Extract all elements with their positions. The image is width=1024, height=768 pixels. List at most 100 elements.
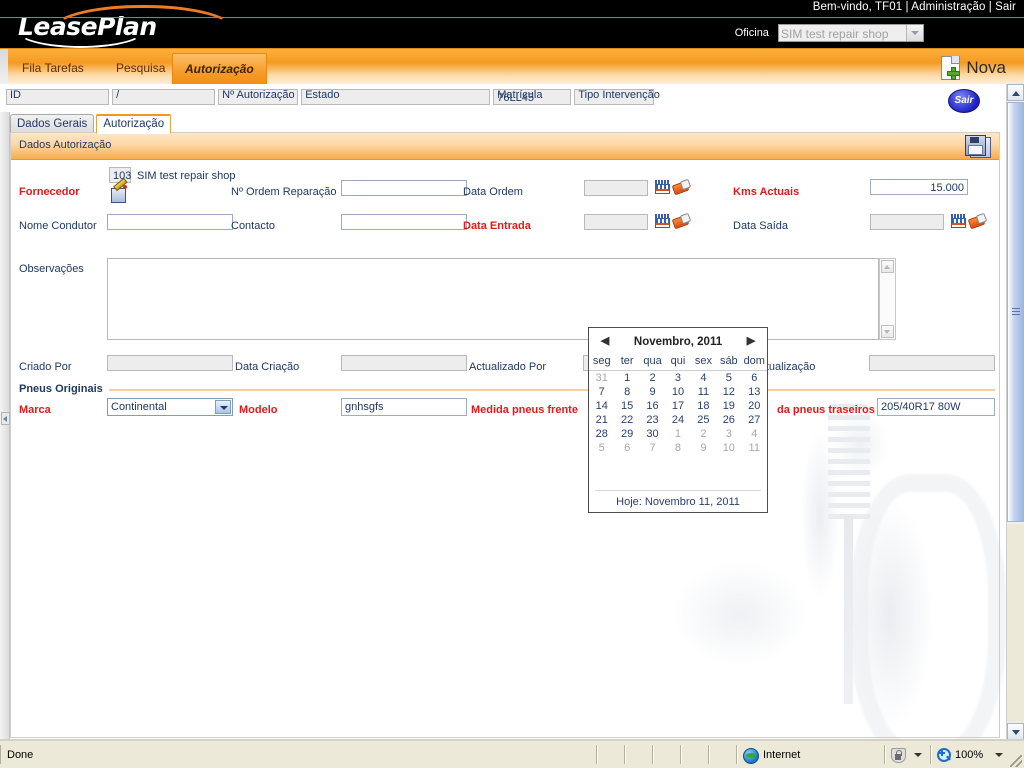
calendar-day[interactable]: 1 bbox=[665, 427, 690, 441]
calendar-day[interactable]: 8 bbox=[665, 441, 690, 455]
calendar-day[interactable]: 5 bbox=[716, 371, 741, 386]
calendar-icon-data-entrada[interactable] bbox=[655, 214, 670, 228]
calendar-day[interactable]: 15 bbox=[614, 399, 639, 413]
calendar-day[interactable]: 7 bbox=[640, 441, 665, 455]
calendar-day[interactable]: 11 bbox=[691, 385, 716, 399]
subtab-dados-gerais[interactable]: Dados Gerais bbox=[10, 114, 95, 133]
data-saida-field[interactable] bbox=[870, 214, 944, 230]
calendar-day[interactable]: 3 bbox=[665, 371, 690, 386]
calendar-day[interactable]: 23 bbox=[640, 413, 665, 427]
calendar-day[interactable]: 19 bbox=[716, 399, 741, 413]
chevron-down-icon[interactable] bbox=[215, 400, 231, 414]
subtab-autorizacao[interactable]: Autorização bbox=[96, 114, 172, 134]
calendar-day[interactable]: 18 bbox=[691, 399, 716, 413]
sair-button[interactable]: Sair bbox=[948, 89, 980, 113]
num-ordem-reparacao-field[interactable] bbox=[341, 180, 467, 196]
calendar-day[interactable]: 10 bbox=[665, 385, 690, 399]
calendar-day[interactable]: 29 bbox=[614, 427, 639, 441]
data-entrada-field[interactable] bbox=[584, 214, 648, 230]
calendar-day[interactable]: 7 bbox=[589, 385, 614, 399]
protected-mode-segment[interactable] bbox=[884, 745, 932, 764]
scrollbar-track[interactable] bbox=[1007, 524, 1024, 722]
save-icon[interactable] bbox=[965, 135, 991, 158]
medida-pneus-traseiros-field[interactable]: 205/40R17 80W bbox=[877, 398, 995, 416]
page-vertical-scrollbar[interactable] bbox=[1006, 84, 1024, 740]
nova-button-label: Nova bbox=[966, 58, 1006, 77]
nav-tab-fila-tarefas[interactable]: Fila Tarefas bbox=[10, 54, 96, 85]
scrollbar-thumb[interactable] bbox=[1007, 102, 1024, 522]
calendar-day[interactable]: 9 bbox=[640, 385, 665, 399]
calendar-day[interactable]: 17 bbox=[665, 399, 690, 413]
data-criacao-field[interactable] bbox=[341, 355, 467, 371]
calendar-day[interactable]: 1 bbox=[614, 371, 639, 386]
chevron-down-icon[interactable] bbox=[906, 25, 923, 41]
calendar-day[interactable]: 2 bbox=[691, 427, 716, 441]
calendar-day[interactable]: 31 bbox=[589, 371, 614, 386]
contacto-field[interactable] bbox=[341, 214, 467, 230]
calendar-day[interactable]: 16 bbox=[640, 399, 665, 413]
status-text-segment: Done bbox=[0, 745, 598, 764]
calendar-day[interactable]: 13 bbox=[742, 385, 767, 399]
contacto-label: Contacto bbox=[231, 220, 276, 232]
calendar-day[interactable]: 26 bbox=[716, 413, 741, 427]
calendar-day[interactable]: 27 bbox=[742, 413, 767, 427]
calendar-prev-month-icon[interactable]: ◀ bbox=[597, 333, 613, 349]
left-splitter[interactable] bbox=[0, 112, 10, 740]
calendar-today-label[interactable]: Hoje: Novembro 11, 2011 bbox=[595, 490, 761, 508]
eraser-icon-data-saida[interactable] bbox=[967, 212, 988, 230]
edit-pencil-icon[interactable] bbox=[111, 177, 128, 203]
calendar-day[interactable]: 5 bbox=[589, 441, 614, 455]
calendar-day[interactable]: 28 bbox=[589, 427, 614, 441]
criado-por-field[interactable] bbox=[107, 355, 233, 371]
modelo-field[interactable]: gnhsgfs bbox=[341, 398, 467, 416]
calendar-day[interactable]: 11 bbox=[742, 441, 767, 455]
eraser-icon-data-entrada[interactable] bbox=[671, 212, 692, 230]
eraser-icon-data-ordem[interactable] bbox=[671, 178, 692, 196]
calendar-day[interactable]: 22 bbox=[614, 413, 639, 427]
calendar-day[interactable]: 4 bbox=[742, 427, 767, 441]
calendar-day[interactable]: 3 bbox=[716, 427, 741, 441]
observacoes-scrollbar[interactable] bbox=[879, 258, 896, 340]
resize-grip-icon[interactable] bbox=[1010, 755, 1022, 767]
calendar-next-month-icon[interactable]: ▶ bbox=[743, 333, 759, 349]
security-zone-segment[interactable]: Internet bbox=[736, 745, 886, 764]
calendar-day[interactable]: 14 bbox=[589, 399, 614, 413]
calendar-day[interactable]: 21 bbox=[589, 413, 614, 427]
data-ordem-field[interactable] bbox=[584, 180, 648, 196]
calendar-day[interactable]: 8 bbox=[614, 385, 639, 399]
nav-tab-autorizacao[interactable]: Autorização bbox=[172, 53, 267, 86]
id-field[interactable] bbox=[6, 89, 109, 105]
calendar-day[interactable]: 10 bbox=[716, 441, 741, 455]
calendar-day[interactable]: 2 bbox=[640, 371, 665, 386]
scroll-up-button[interactable] bbox=[1007, 84, 1024, 101]
splitter-grip-icon[interactable] bbox=[1, 412, 10, 425]
calendar-icon-data-saida[interactable] bbox=[951, 214, 966, 228]
scroll-up-icon[interactable] bbox=[881, 260, 894, 273]
oficina-select[interactable]: SIM test repair shop bbox=[778, 24, 924, 42]
calendar-day[interactable]: 30 bbox=[640, 427, 665, 441]
calendar-day[interactable]: 9 bbox=[691, 441, 716, 455]
calendar-day[interactable]: 20 bbox=[742, 399, 767, 413]
chevron-down-icon[interactable] bbox=[995, 753, 1003, 757]
calendar-day[interactable]: 6 bbox=[614, 441, 639, 455]
id-secondary-field[interactable] bbox=[112, 89, 216, 105]
welcome-user-links[interactable]: Bem-vindo, TF01 | Administração | Sair bbox=[813, 1, 1016, 13]
calendar-day[interactable]: 12 bbox=[716, 385, 741, 399]
date-picker-popup[interactable]: ◀ Novembro, 2011 ▶ seg ter qua qui sex s… bbox=[588, 327, 768, 513]
chevron-down-icon[interactable] bbox=[914, 753, 922, 757]
nova-button[interactable]: Nova bbox=[941, 53, 1006, 83]
marca-select[interactable]: Continental bbox=[107, 398, 233, 416]
calendar-day[interactable]: 4 bbox=[691, 371, 716, 386]
calendar-day[interactable]: 6 bbox=[742, 371, 767, 386]
scroll-down-icon[interactable] bbox=[881, 325, 894, 338]
calendar-day[interactable]: 24 bbox=[665, 413, 690, 427]
data-actualizacao-field[interactable] bbox=[869, 355, 995, 371]
oficina-select-value: SIM test repair shop bbox=[781, 27, 889, 41]
calendar-week-row: 7 8 9 10 11 12 13 bbox=[589, 385, 767, 399]
nav-tab-pesquisa[interactable]: Pesquisa bbox=[104, 54, 177, 85]
calendar-day[interactable]: 25 bbox=[691, 413, 716, 427]
calendar-icon-data-ordem[interactable] bbox=[655, 180, 670, 194]
kms-actuais-field[interactable]: 15.000 bbox=[870, 179, 968, 195]
nome-condutor-field[interactable] bbox=[107, 214, 233, 230]
scroll-down-button[interactable] bbox=[1007, 723, 1024, 740]
